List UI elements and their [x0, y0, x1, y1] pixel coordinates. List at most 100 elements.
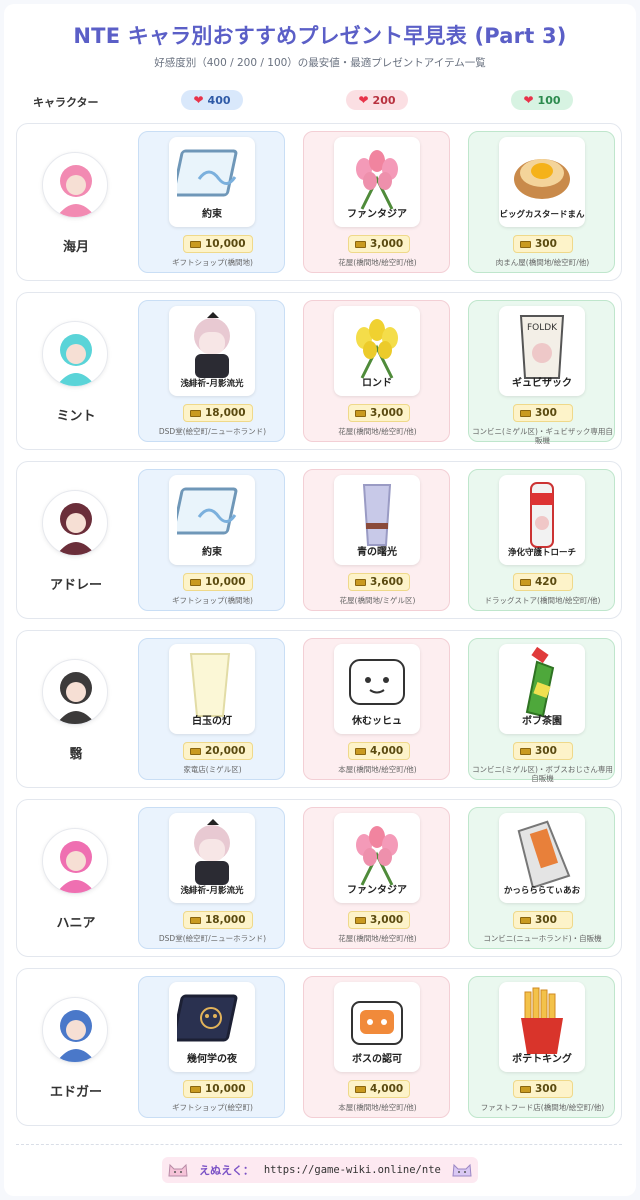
gift-item-card: FOLDK ギュビザック: [499, 306, 585, 396]
gift-cell-100[interactable]: ボブ茶園 300 コンビニ(ミゲル区)・ボブスおじさん専用自販機: [468, 638, 615, 783]
character-avatar: [42, 659, 108, 725]
gift-price-badge: 300: [513, 742, 573, 760]
gift-item-card: 浅緋祈-月影流光: [169, 813, 255, 903]
gift-price-value: 300: [535, 745, 557, 757]
gift-price-badge: 3,000: [348, 404, 411, 422]
character-name: 海月: [62, 240, 89, 255]
yellow-tulip-icon: [356, 319, 398, 379]
gift-item-card: 青の曙光: [334, 475, 420, 565]
gift-price-badge: 3,000: [348, 235, 411, 253]
character-name: ミント: [56, 409, 96, 424]
gift-shop-location: 肉まん屋(橋間地/絵空町/他): [495, 258, 590, 267]
gift-cell-400[interactable]: 約束 10,000 ギフトショップ(橋間地): [138, 469, 285, 611]
gift-item-name: ボスの認可: [352, 1054, 402, 1065]
character-name: エドガー: [49, 1085, 102, 1100]
gift-cell-200[interactable]: 青の曙光 3,600 花屋(橋間地/ミゲル区): [303, 469, 450, 611]
footer-divider: [16, 1144, 622, 1145]
gift-cell-400[interactable]: 浅緋祈-月影流光 18,000 DSD堂(絵空町/ニューホランド): [138, 300, 285, 442]
gift-item-name: ポテトキング: [512, 1054, 572, 1065]
gift-price-badge: 4,000: [348, 1080, 411, 1098]
gift-shop-location: 花屋(橋間地/絵空町/他): [338, 427, 417, 436]
footer-banner[interactable]: えぬえく： https://game-wiki.online/nte: [162, 1157, 478, 1183]
gift-cell-400[interactable]: 浅緋祈-月影流光 18,000 DSD堂(絵空町/ニューホランド): [138, 807, 285, 949]
character-name: 翳: [69, 747, 83, 762]
gift-item-card: 白玉の灯: [169, 644, 255, 734]
gift-price-badge: 420: [513, 573, 573, 591]
gift-shop-location: 花屋(橋間地/絵空町/他): [338, 258, 417, 267]
gift-item-card: 約束: [169, 137, 255, 227]
gift-item-name: 白玉の灯: [192, 716, 232, 727]
gift-item-name: ギュビザック: [512, 378, 572, 389]
gift-price-badge: 20,000: [183, 742, 253, 760]
gift-cell-400[interactable]: 約束 10,000 ギフトショップ(橋間地): [138, 131, 285, 273]
gift-price-value: 4,000: [370, 1083, 404, 1095]
gift-item-name: かっらららてぃあお: [503, 886, 581, 896]
gift-cell-200[interactable]: ファンタジア 3,000 花屋(橋間地/絵空町/他): [303, 131, 450, 273]
svg-text:FOLDK: FOLDK: [527, 323, 558, 333]
currency-icon: [520, 747, 531, 755]
gift-shop-location: 本屋(橋間地/絵空町/他): [338, 765, 417, 774]
currency-icon: [190, 578, 201, 586]
gift-item-card: 休むッヒュ: [334, 644, 420, 734]
footer-url[interactable]: https://game-wiki.online/nte: [264, 1164, 441, 1176]
gift-cell-100[interactable]: FOLDK ギュビザック 300 コンビニ(ミゲル区)・ギュビザック専用自販機: [468, 300, 615, 445]
gift-price-badge: 300: [513, 235, 573, 253]
gift-price-badge: 10,000: [183, 1080, 253, 1098]
blue-tile-icon: [177, 149, 238, 197]
footer-brand: えぬえく：: [199, 1164, 254, 1177]
gift-shop-location: ドラッグストア(橋間地/絵空町/他): [484, 596, 601, 605]
gift-price-value: 4,000: [370, 745, 404, 757]
gift-shop-location: ファストフード店(橋間地/絵空町/他): [480, 1103, 605, 1112]
character-avatar: [42, 997, 108, 1063]
gift-cell-400[interactable]: 幾何学の夜 10,000 ギフトショップ(絵空町): [138, 976, 285, 1118]
gift-shop-location: ギフトショップ(橋間地): [172, 258, 253, 267]
character-avatar: [42, 321, 108, 387]
gift-price-badge: 18,000: [183, 404, 253, 422]
gift-cell-100[interactable]: ビッグカスタードまん 300 肉まん屋(橋間地/絵空町/他): [468, 131, 615, 273]
pink-tulip-icon: [356, 826, 398, 886]
gift-item-name: ビッグカスタードまん: [499, 210, 585, 220]
gift-item-name: 幾何学の夜: [187, 1054, 237, 1065]
dark-tile-icon: [177, 994, 238, 1042]
gift-price-value: 10,000: [205, 238, 246, 250]
tier-200-badge: ❤ 200: [346, 90, 408, 110]
tier-100-badge: ❤ 100: [511, 90, 573, 110]
character-column-header: キャラクター: [33, 96, 99, 109]
gift-price-badge: 300: [513, 1080, 573, 1098]
gift-price-badge: 10,000: [183, 235, 253, 253]
pink-tulip-icon: [356, 150, 398, 210]
gift-item-card: ボブ茶園: [499, 644, 585, 734]
gift-cell-100[interactable]: かっらららてぃあお 300 コンビニ(ニューホランド)・自販機: [468, 807, 615, 949]
gift-cell-400[interactable]: 白玉の灯 20,000 家竜店(ミゲル区): [138, 638, 285, 780]
character-avatar: [42, 152, 108, 218]
currency-icon: [355, 1085, 366, 1093]
cat-icon: [168, 1163, 188, 1177]
blue-tile-icon: [177, 487, 238, 535]
gift-item-name: 浄化守護トローチ: [507, 548, 576, 558]
gift-price-value: 420: [535, 576, 557, 588]
currency-icon: [520, 578, 531, 586]
gift-cell-200[interactable]: ボスの認可 4,000 本屋(橋間地/絵空町/他): [303, 976, 450, 1118]
gift-price-value: 18,000: [205, 407, 246, 419]
gift-price-value: 20,000: [205, 745, 246, 757]
gift-cell-200[interactable]: ロンド 3,000 花屋(橋間地/絵空町/他): [303, 300, 450, 442]
gift-item-card: 浄化守護トローチ: [499, 475, 585, 565]
chips-bag-icon: [517, 820, 571, 889]
character-row: ハニア 浅緋祈-月影流光 18,000 DSD堂(絵空町/ニューホランド) ファンタジア…: [16, 799, 622, 957]
page-subtitle: 好感度別（400 / 200 / 100）の最安値・最適プレゼントアイテム一覧: [154, 57, 486, 69]
doll-icon: [194, 819, 230, 885]
gift-shop-location: ギフトショップ(橋間地): [172, 596, 253, 605]
tier-200-label: 200: [372, 93, 396, 107]
gift-cell-100[interactable]: ポテトキング 300 ファストフード店(橋間地/絵空町/他): [468, 976, 615, 1118]
boss-sticker-icon: [351, 1001, 403, 1045]
gift-cell-200[interactable]: ファンタジア 3,000 花屋(橋間地/絵空町/他): [303, 807, 450, 949]
cat-icon: [452, 1163, 472, 1177]
tea-bottle-icon: [525, 646, 555, 718]
gift-item-name: 浅緋祈-月影流光: [180, 379, 244, 389]
gift-price-value: 10,000: [205, 576, 246, 588]
currency-icon: [520, 916, 531, 924]
currency-icon: [520, 1085, 531, 1093]
gift-cell-200[interactable]: 休むッヒュ 4,000 本屋(橋間地/絵空町/他): [303, 638, 450, 780]
gift-cell-100[interactable]: 浄化守護トローチ 420 ドラッグストア(橋間地/絵空町/他): [468, 469, 615, 611]
gift-item-name: 休むッヒュ: [352, 716, 402, 727]
